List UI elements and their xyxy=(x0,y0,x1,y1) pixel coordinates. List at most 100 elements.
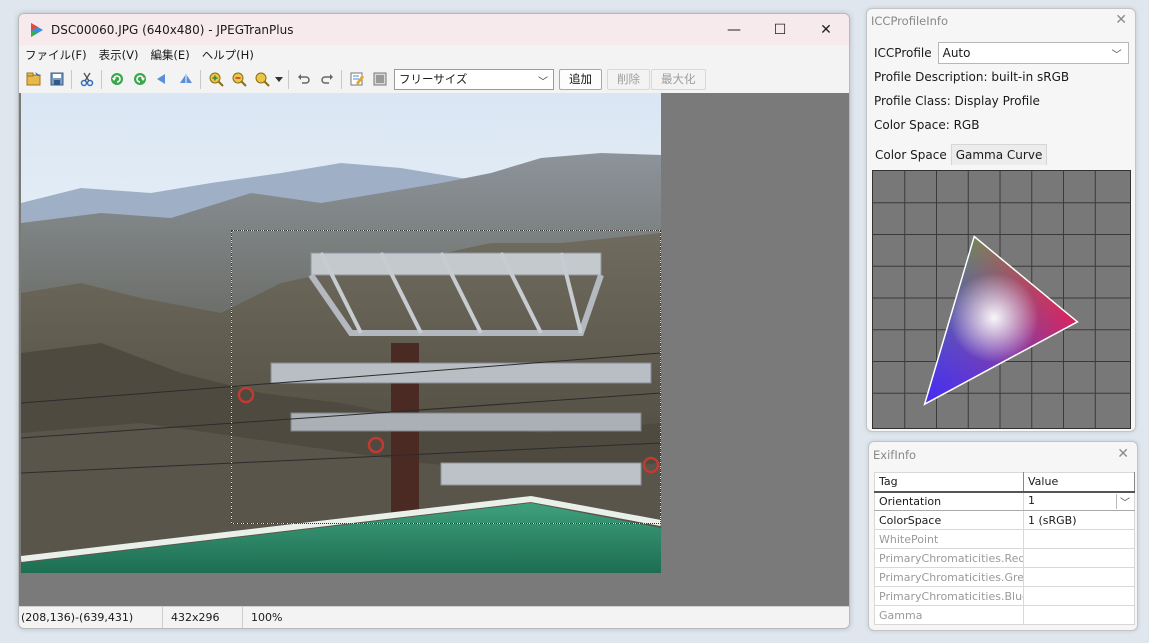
flip-vertical-button[interactable] xyxy=(174,68,197,91)
table-row[interactable]: PrimaryChromaticities.Green xyxy=(874,567,1135,587)
zoom-in-icon xyxy=(209,72,224,87)
profile-class: Profile Class: Display Profile xyxy=(874,94,1040,108)
flip-horizontal-icon xyxy=(156,74,165,84)
icc-panel-title[interactable]: ICCProfileInfo ✕ xyxy=(867,9,1135,33)
table-row[interactable]: Orientation 1 ﹀ xyxy=(874,491,1135,511)
chevron-down-icon: ﹀ xyxy=(1111,50,1122,61)
close-icon[interactable]: ✕ xyxy=(1115,12,1127,28)
edit-document-icon xyxy=(350,72,364,86)
icc-profile-row: ICCProfile Auto ﹀ xyxy=(867,41,1135,65)
exif-tag: WhitePoint xyxy=(874,529,1024,549)
menu-view[interactable]: 表示(V) xyxy=(93,47,145,63)
menu-file[interactable]: ファイル(F) xyxy=(19,47,93,63)
zoom-out-icon xyxy=(232,72,247,87)
chevron-down-icon[interactable]: ﹀ xyxy=(1116,493,1130,509)
column-header-value[interactable]: Value xyxy=(1023,472,1135,493)
open-file-button[interactable] xyxy=(22,68,45,91)
window-title: DSC00060.JPG (640x480) - JPEGTranPlus xyxy=(51,22,294,37)
delete-button[interactable]: 削除 xyxy=(607,68,650,90)
menu-help[interactable]: ヘルプ(H) xyxy=(196,47,260,63)
table-row[interactable]: WhitePoint xyxy=(874,529,1135,549)
exif-tag: PrimaryChromaticities.Blue xyxy=(874,586,1024,606)
maximize-button[interactable]: ☐ xyxy=(757,14,803,45)
exif-panel-title[interactable]: ExifInfo ✕ xyxy=(869,443,1137,467)
exif-tag: Gamma xyxy=(874,605,1024,625)
undo-button[interactable] xyxy=(292,68,315,91)
status-bar: (208,136)-(639,431) 432x296 100% xyxy=(19,606,849,628)
exif-value xyxy=(1023,567,1135,587)
status-selection-coords: (208,136)-(639,431) xyxy=(19,607,163,628)
add-button[interactable]: 追加 xyxy=(559,68,602,90)
exif-value-dropdown[interactable]: 1 ﹀ xyxy=(1023,491,1135,511)
icc-profile-label: ICCProfile xyxy=(874,46,932,60)
main-window: DSC00060.JPG (640x480) - JPEGTranPlus — … xyxy=(18,13,850,629)
toolbar-separator xyxy=(71,69,72,89)
exif-tag: PrimaryChromaticities.Red xyxy=(874,548,1024,568)
exif-value: 1 xyxy=(1028,493,1035,507)
exif-tag: ColorSpace xyxy=(874,510,1024,530)
save-icon xyxy=(50,72,63,86)
undo-icon xyxy=(297,74,310,84)
icc-profile-panel: ICCProfileInfo ✕ ICCProfile Auto ﹀ Profi… xyxy=(866,8,1136,432)
tab-color-space[interactable]: Color Space xyxy=(871,145,951,165)
edit-info-button[interactable] xyxy=(345,68,368,91)
crop-selection-rectangle[interactable] xyxy=(231,230,661,524)
toolbar-separator xyxy=(341,69,342,89)
close-icon[interactable]: ✕ xyxy=(1117,446,1129,462)
zoom-in-button[interactable] xyxy=(204,68,227,91)
profile-color-space: Color Space: RGB xyxy=(874,118,980,132)
open-folder-icon xyxy=(26,72,41,86)
table-row[interactable]: ColorSpace 1 (sRGB) xyxy=(874,510,1135,530)
color-gamut-diagram xyxy=(872,170,1131,429)
chevron-down-icon: ﹀ xyxy=(538,76,548,88)
rotate-right-button[interactable] xyxy=(105,68,128,91)
icc-profile-select[interactable]: Auto ﹀ xyxy=(937,42,1129,64)
crop-size-value: フリーサイズ xyxy=(399,72,468,86)
crop-size-select[interactable]: フリーサイズ ﹀ xyxy=(394,68,554,90)
toolbar-separator xyxy=(200,69,201,89)
status-zoom: 100% xyxy=(251,611,283,624)
exif-tag: Orientation xyxy=(874,491,1024,511)
save-button[interactable] xyxy=(45,68,68,91)
app-icon xyxy=(31,22,43,37)
exif-value: 1 (sRGB) xyxy=(1023,510,1135,530)
toolbar-separator xyxy=(288,69,289,89)
zoom-icon xyxy=(255,72,270,87)
exif-table: Tag Value Orientation 1 ﹀ ColorSpace 1 (s… xyxy=(874,472,1135,625)
icc-tabs: Color Space Gamma Curve xyxy=(871,143,1135,165)
minimize-button[interactable]: — xyxy=(711,14,757,45)
image-info-button[interactable] xyxy=(368,68,391,91)
close-button[interactable]: ✕ xyxy=(803,14,849,45)
redo-button[interactable] xyxy=(315,68,338,91)
exif-info-panel: ExifInfo ✕ Tag Value Orientation 1 ﹀ Colo… xyxy=(868,441,1138,631)
exif-tag: PrimaryChromaticities.Green xyxy=(874,567,1024,587)
caret-down-icon xyxy=(275,77,283,82)
exif-value xyxy=(1023,548,1135,568)
menu-edit[interactable]: 編集(E) xyxy=(144,47,195,63)
table-row[interactable]: PrimaryChromaticities.Blue xyxy=(874,586,1135,606)
toolbar: フリーサイズ ﹀ 追加 削除 最大化 xyxy=(19,65,849,93)
title-bar[interactable]: DSC00060.JPG (640x480) - JPEGTranPlus — … xyxy=(19,14,849,45)
maximize-selection-button[interactable]: 最大化 xyxy=(651,68,706,90)
flip-horizontal-button[interactable] xyxy=(151,68,174,91)
table-row[interactable]: Gamma xyxy=(874,605,1135,625)
menu-bar: ファイル(F) 表示(V) 編集(E) ヘルプ(H) xyxy=(19,45,849,65)
zoom-out-button[interactable] xyxy=(227,68,250,91)
profile-description: Profile Description: built-in sRGB xyxy=(874,70,1070,84)
icc-profile-value: Auto xyxy=(942,46,971,60)
table-row[interactable]: PrimaryChromaticities.Red xyxy=(874,548,1135,568)
flip-vertical-icon xyxy=(179,74,192,83)
zoom-fit-button[interactable] xyxy=(250,68,273,91)
rotate-left-button[interactable] xyxy=(128,68,151,91)
image-canvas[interactable] xyxy=(19,93,849,607)
image-frame-icon xyxy=(373,72,386,86)
rotate-left-icon xyxy=(133,73,146,85)
toolbar-separator xyxy=(101,69,102,89)
crop-button[interactable] xyxy=(75,68,98,91)
zoom-dropdown-button[interactable] xyxy=(273,68,285,91)
exif-value xyxy=(1023,586,1135,606)
tab-gamma-curve[interactable]: Gamma Curve xyxy=(950,144,1048,165)
exif-value xyxy=(1023,529,1135,549)
column-header-tag[interactable]: Tag xyxy=(874,472,1024,493)
exif-value xyxy=(1023,605,1135,625)
